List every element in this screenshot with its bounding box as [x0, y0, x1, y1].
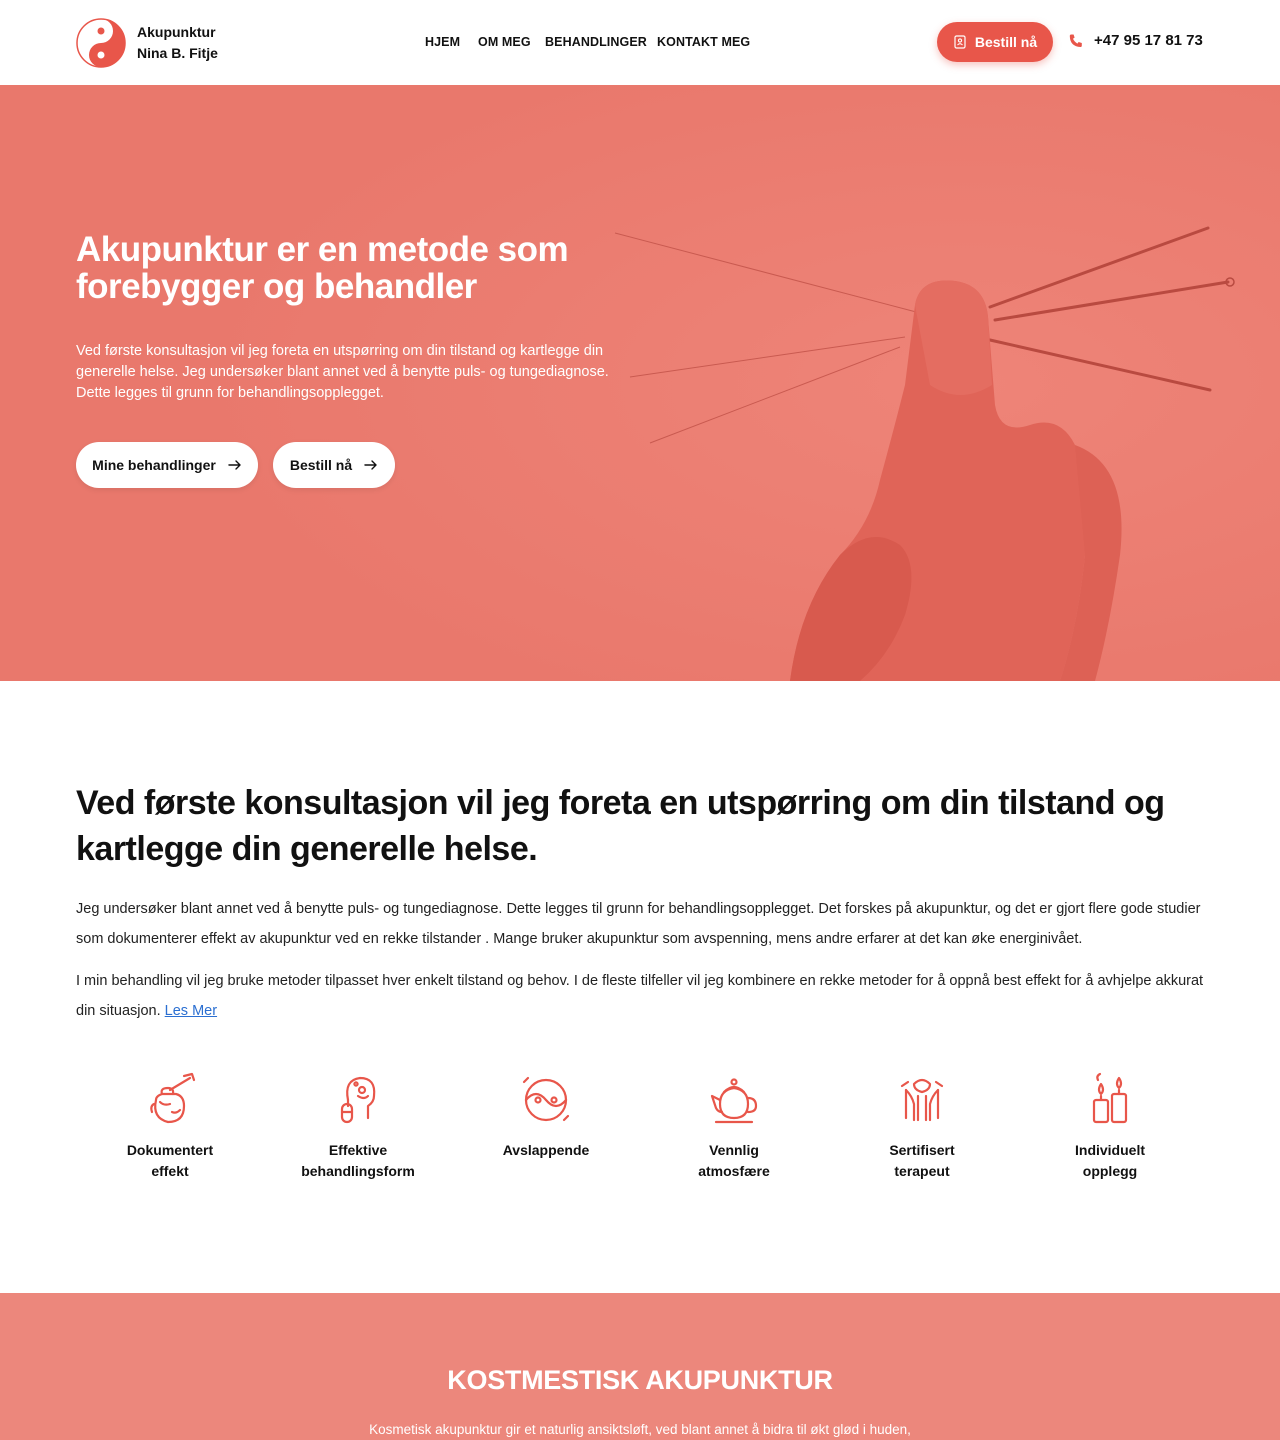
feature-1-line1: Dokumentert — [126, 1142, 214, 1158]
feature-friendly-atmosphere: Vennlig atmosfære — [664, 1070, 804, 1182]
phone-link[interactable]: +47 95 17 81 73 — [1068, 32, 1203, 49]
honey-pot-icon — [150, 1072, 196, 1124]
arrow-right-icon — [364, 460, 377, 470]
feature-5-line2: terapeut — [894, 1163, 950, 1179]
feature-effective-treatment: Effektive behandlingsform — [288, 1070, 428, 1182]
feature-certified-therapist: Sertifisert terapeut — [852, 1070, 992, 1182]
feature-6-line2: opplegg — [1082, 1163, 1138, 1179]
yin-yang-icon — [522, 1076, 570, 1122]
my-treatments-button[interactable]: Mine behandlinger — [76, 442, 258, 488]
intro-paragraph-1: Jeg undersøker blant annet ved å benytte… — [76, 901, 1201, 947]
intro-paragraph-2-text: I min behandling vil jeg bruke metoder t… — [76, 973, 1204, 1019]
cosmetic-text: Kosmetisk akupunktur gir et naturlig ans… — [369, 1422, 911, 1437]
my-treatments-label: Mine behandlinger — [92, 457, 216, 473]
feature-3-line1: Avslappende — [502, 1142, 590, 1158]
nav-behandlinger[interactable]: BEHANDLINGER — [545, 35, 647, 49]
nav-om-meg[interactable]: OM MEG — [478, 35, 531, 49]
contact-book-icon — [954, 35, 966, 49]
brand-line2: Nina B. Fitje — [137, 45, 218, 61]
cosmetic-acupuncture-section: KOSTMESTISK AKUPUNKTUR Kosmetisk akupunk… — [0, 1293, 1280, 1440]
feature-individual-plan: Individuelt opplegg — [1040, 1070, 1180, 1182]
hero-title: Akupunktur er en metode som forebygger o… — [76, 230, 569, 306]
phone-number: +47 95 17 81 73 — [1094, 32, 1203, 49]
hero-book-button[interactable]: Bestill nå — [273, 442, 395, 488]
intro-heading: Ved første konsultasjon vil jeg foreta e… — [76, 784, 1165, 868]
feature-4-line2: atmosfære — [698, 1163, 770, 1179]
feature-4-line1: Vennlig — [709, 1142, 759, 1158]
feature-1-line2: effekt — [151, 1163, 189, 1179]
feature-2-line1: Effektive — [328, 1142, 388, 1158]
feature-2-line2: behandlingsform — [301, 1163, 415, 1179]
brand-line1: Akupunktur — [137, 24, 216, 40]
feature-documented-effect: Dokumentert effekt — [100, 1070, 240, 1182]
feature-5-line1: Sertifisert — [889, 1142, 955, 1158]
phone-icon — [1069, 34, 1082, 47]
nav-hjem[interactable]: HJEM — [425, 35, 460, 49]
site-header: Akupunktur Nina B. Fitje HJEM OM MEG BEH… — [0, 0, 1280, 85]
brand-name[interactable]: Akupunktur Nina B. Fitje — [137, 22, 218, 64]
hero-section: Akupunktur er en metode som forebygger o… — [0, 85, 1280, 681]
hero-book-label: Bestill nå — [289, 457, 353, 473]
feature-6-line1: Individuelt — [1075, 1142, 1145, 1158]
head-flask-icon — [340, 1076, 376, 1124]
nav-kontakt-meg[interactable]: KONTAKT MEG — [657, 35, 750, 49]
hero-text: Ved første konsultasjon vil jeg foreta e… — [76, 343, 609, 401]
feature-relaxing: Avslappende — [476, 1070, 616, 1161]
intro-paragraph-2: I min behandling vil jeg bruke metoder t… — [76, 966, 1206, 1026]
massage-therapist-icon — [900, 1078, 944, 1122]
cosmetic-title: KOSTMESTISK AKUPUNKTUR — [447, 1365, 833, 1395]
teapot-icon — [710, 1078, 758, 1124]
arrow-right-icon — [228, 460, 241, 470]
read-more-link[interactable]: Les Mer — [165, 1003, 217, 1019]
candles-icon — [1092, 1072, 1128, 1124]
yin-yang-logo-icon[interactable] — [76, 18, 126, 68]
book-now-label: Bestill nå — [974, 34, 1038, 50]
book-now-button[interactable]: Bestill nå — [937, 22, 1053, 62]
